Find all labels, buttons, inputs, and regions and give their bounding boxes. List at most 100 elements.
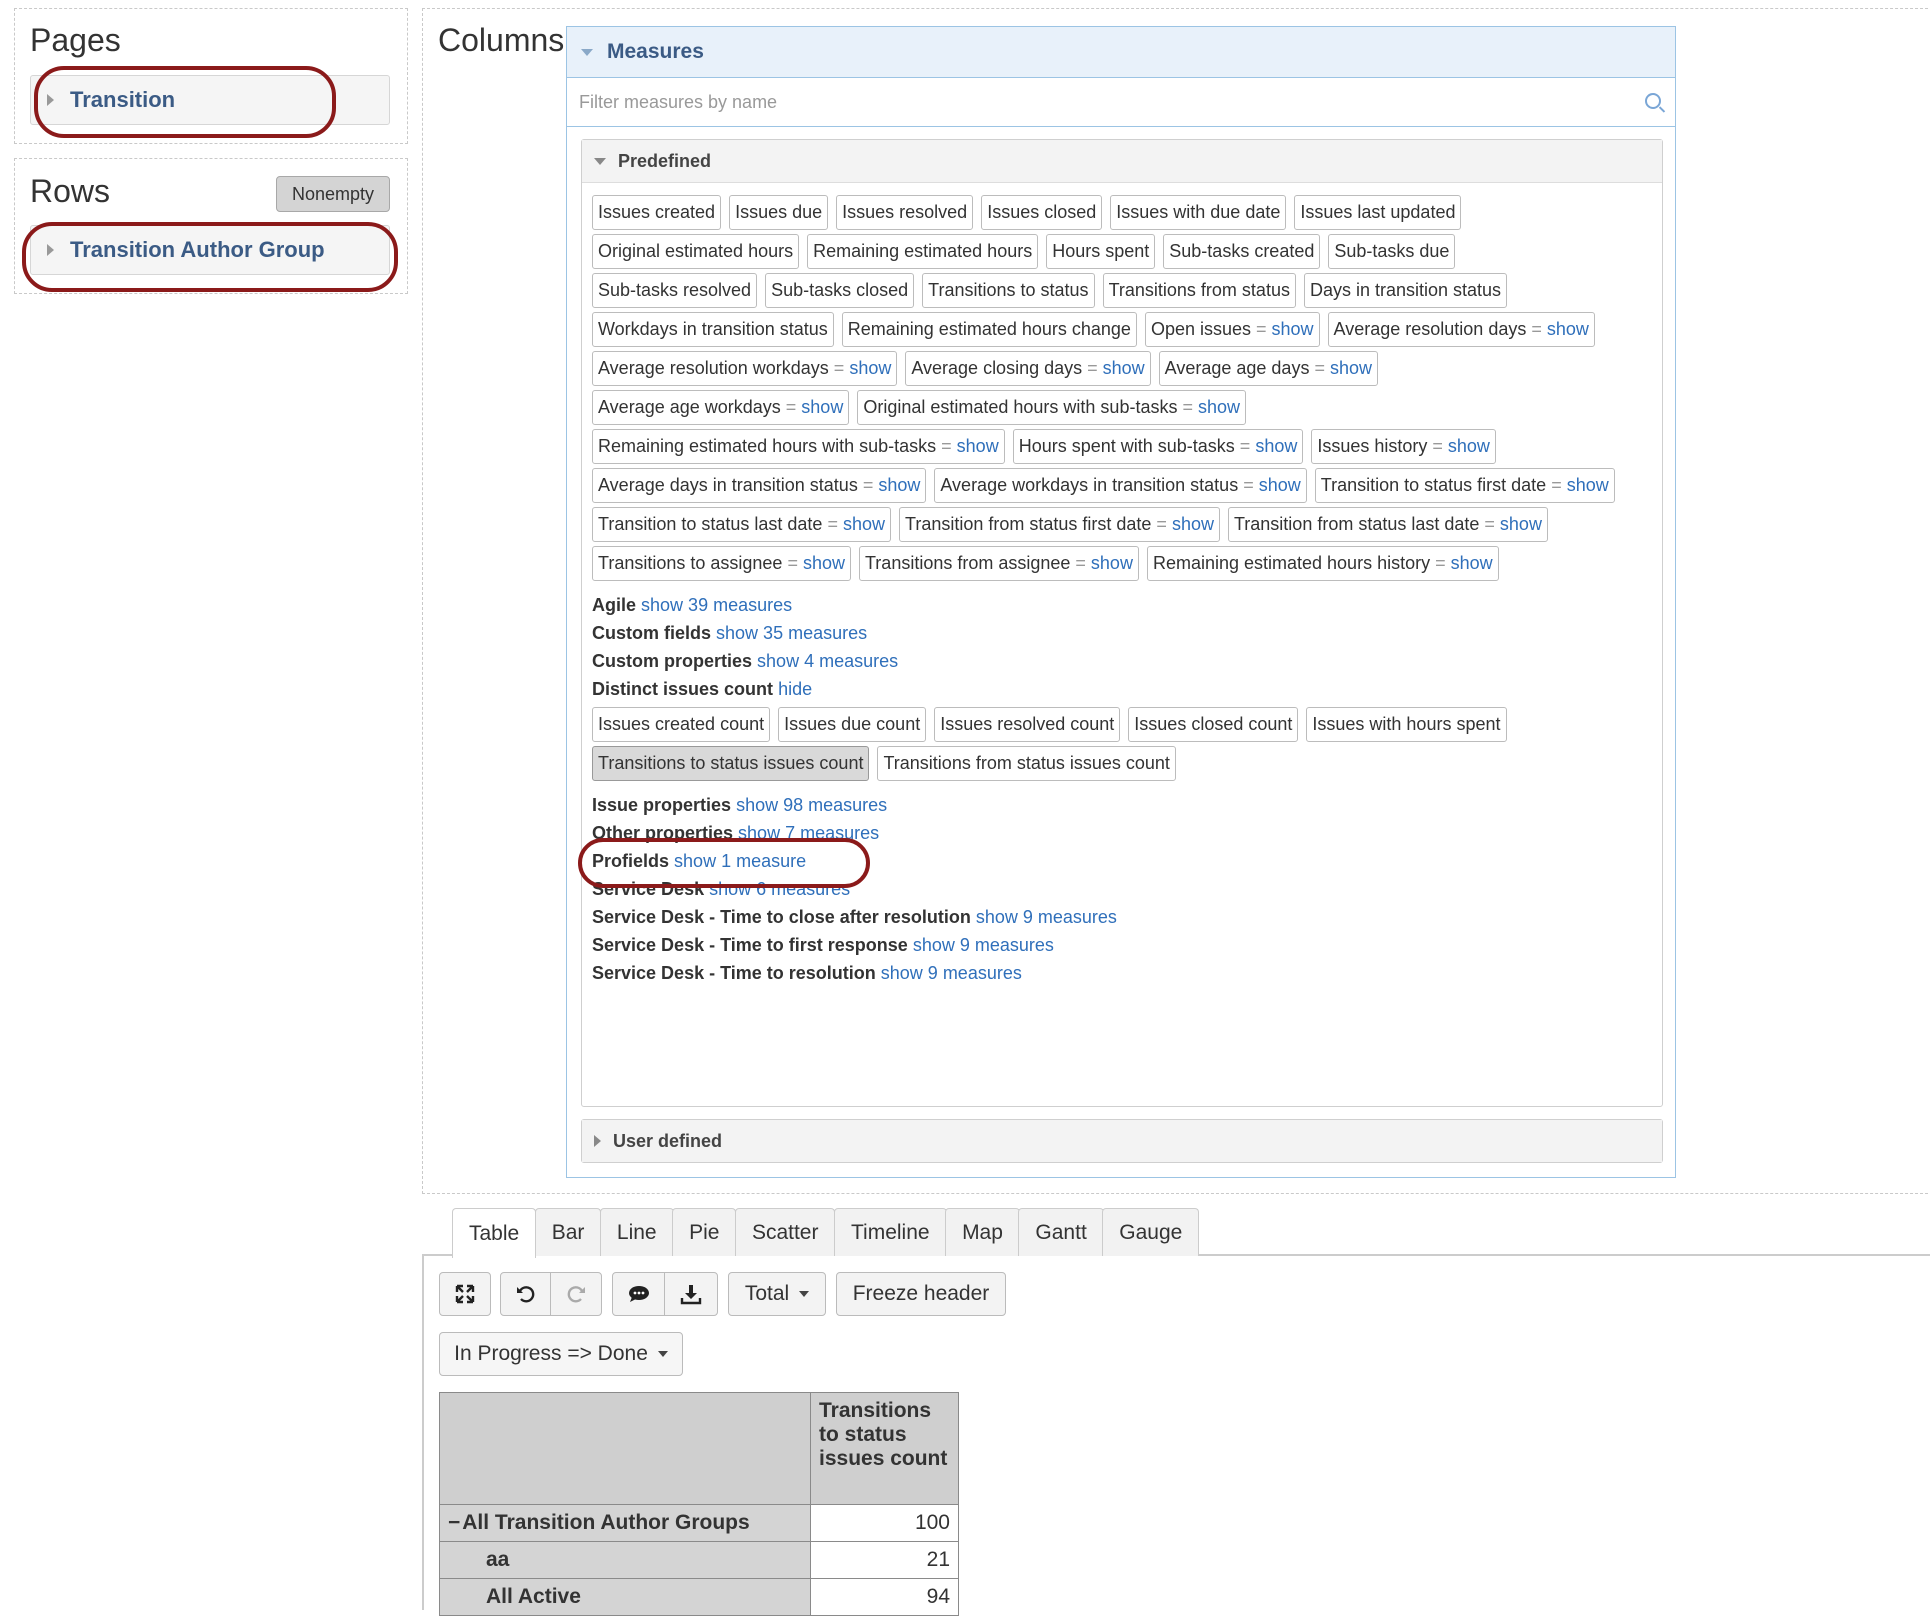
show-link[interactable]: show [843, 514, 885, 535]
show-link[interactable]: show [1547, 319, 1589, 340]
show-link[interactable]: show [1567, 475, 1609, 496]
measure-remaining-estimated-hours-with-sub-tasks[interactable]: Remaining estimated hours with sub-tasks… [592, 429, 1005, 464]
show-link[interactable]: show [1091, 553, 1133, 574]
measure-issues-closed-count[interactable]: Issues closed count [1128, 707, 1299, 742]
group-toggle-link[interactable]: show 39 measures [641, 595, 792, 615]
collapse-arrow-icon[interactable] [594, 157, 606, 165]
show-link[interactable]: show [1500, 514, 1542, 535]
measure-transitions-to-assignee[interactable]: Transitions to assignee = show [592, 546, 851, 581]
tab-table[interactable]: Table [452, 1208, 537, 1258]
measure-workdays-in-transition-status[interactable]: Workdays in transition status [592, 312, 834, 347]
show-link[interactable]: show [1255, 436, 1297, 457]
predefined-header[interactable]: Predefined [582, 140, 1662, 183]
measure-hours-spent[interactable]: Hours spent [1046, 234, 1156, 269]
measure-transitions-from-assignee[interactable]: Transitions from assignee = show [858, 546, 1139, 581]
measure-transition-from-status-last-date[interactable]: Transition from status last date = show [1227, 507, 1548, 542]
measure-issues-resolved-count[interactable]: Issues resolved count [934, 707, 1121, 742]
expand-arrow-icon[interactable] [594, 1135, 601, 1147]
measure-issues-due[interactable]: Issues due [729, 195, 829, 230]
measure-hours-spent-with-sub-tasks[interactable]: Hours spent with sub-tasks = show [1012, 429, 1304, 464]
show-link[interactable]: show [1198, 397, 1240, 418]
tab-pie[interactable]: Pie [672, 1208, 737, 1256]
total-dropdown[interactable]: Total [728, 1272, 826, 1316]
measure-sub-tasks-resolved[interactable]: Sub-tasks resolved [592, 273, 758, 308]
show-link[interactable]: show [801, 397, 843, 418]
tab-map[interactable]: Map [945, 1208, 1020, 1256]
measure-sub-tasks-closed[interactable]: Sub-tasks closed [765, 273, 915, 308]
measure-sub-tasks-created[interactable]: Sub-tasks created [1163, 234, 1321, 269]
measure-average-resolution-workdays[interactable]: Average resolution workdays = show [592, 351, 898, 386]
group-toggle-link[interactable]: show 9 measures [976, 907, 1117, 927]
measure-transitions-from-status-issues-count[interactable]: Transitions from status issues count [877, 746, 1176, 781]
tab-line[interactable]: Line [599, 1208, 674, 1256]
measure-issues-history[interactable]: Issues history = show [1311, 429, 1496, 464]
measure-issues-due-count[interactable]: Issues due count [778, 707, 927, 742]
group-toggle-link[interactable]: show 35 measures [716, 623, 867, 643]
measure-original-estimated-hours[interactable]: Original estimated hours [592, 234, 800, 269]
freeze-header-button[interactable]: Freeze header [836, 1272, 1006, 1316]
measure-issues-closed[interactable]: Issues closed [981, 195, 1103, 230]
tab-scatter[interactable]: Scatter [734, 1208, 836, 1256]
filter-measures-input[interactable]: Filter measures by name [567, 78, 1675, 127]
status-filter-dropdown[interactable]: In Progress => Done [439, 1332, 683, 1376]
group-toggle-link[interactable]: show 4 measures [757, 651, 898, 671]
column-header[interactable]: Transitions to status issues count [810, 1392, 959, 1505]
measure-transitions-from-status[interactable]: Transitions from status [1102, 273, 1296, 308]
measure-open-issues[interactable]: Open issues = show [1144, 312, 1320, 347]
row-header[interactable]: −All Transition Author Groups [439, 1504, 811, 1542]
measure-remaining-estimated-hours-change[interactable]: Remaining estimated hours change [841, 312, 1137, 347]
measure-transition-from-status-first-date[interactable]: Transition from status first date = show [899, 507, 1220, 542]
show-link[interactable]: show [849, 358, 891, 379]
measure-average-resolution-days[interactable]: Average resolution days = show [1327, 312, 1595, 347]
nonempty-button[interactable]: Nonempty [276, 176, 390, 212]
measure-transitions-to-status-issues-count[interactable]: Transitions to status issues count [592, 746, 870, 781]
measure-average-days-in-transition-status[interactable]: Average days in transition status = show [592, 468, 927, 503]
cell-value[interactable]: 100 [810, 1504, 959, 1542]
measure-sub-tasks-due[interactable]: Sub-tasks due [1328, 234, 1456, 269]
measures-header[interactable]: Measures [567, 27, 1675, 78]
cell-value[interactable]: 21 [810, 1541, 959, 1579]
tab-gauge[interactable]: Gauge [1102, 1208, 1200, 1256]
fullscreen-button[interactable] [439, 1272, 491, 1316]
measure-issues-with-due-date[interactable]: Issues with due date [1110, 195, 1287, 230]
measure-remaining-estimated-hours[interactable]: Remaining estimated hours [807, 234, 1039, 269]
group-toggle-link[interactable]: hide [778, 679, 812, 699]
measure-days-in-transition-status[interactable]: Days in transition status [1303, 273, 1508, 308]
measure-average-closing-days[interactable]: Average closing days = show [905, 351, 1151, 386]
row-header[interactable]: aa [439, 1541, 811, 1579]
show-link[interactable]: show [1451, 553, 1493, 574]
measure-issues-with-hours-spent[interactable]: Issues with hours spent [1306, 707, 1507, 742]
show-link[interactable]: show [1448, 436, 1490, 457]
show-link[interactable]: show [957, 436, 999, 457]
measure-remaining-estimated-hours-history[interactable]: Remaining estimated hours history = show [1146, 546, 1499, 581]
collapse-arrow-icon[interactable] [581, 48, 593, 56]
measure-issues-created[interactable]: Issues created [592, 195, 722, 230]
show-link[interactable]: show [1330, 358, 1372, 379]
measure-original-estimated-hours-with-sub-tasks[interactable]: Original estimated hours with sub-tasks =… [857, 390, 1247, 425]
measure-transition-to-status-first-date[interactable]: Transition to status first date = show [1314, 468, 1615, 503]
measure-average-workdays-in-transition-status[interactable]: Average workdays in transition status = sh… [934, 468, 1307, 503]
measure-average-age-days[interactable]: Average age days = show [1158, 351, 1378, 386]
measure-issues-resolved[interactable]: Issues resolved [836, 195, 974, 230]
collapse-minus-icon[interactable]: − [448, 1511, 460, 1534]
show-link[interactable]: show [1259, 475, 1301, 496]
measure-issues-last-updated[interactable]: Issues last updated [1294, 195, 1462, 230]
group-toggle-link[interactable]: show 9 measures [913, 935, 1054, 955]
tab-bar[interactable]: Bar [534, 1208, 602, 1256]
tab-timeline[interactable]: Timeline [833, 1208, 947, 1256]
show-link[interactable]: show [1172, 514, 1214, 535]
measure-average-age-workdays[interactable]: Average age workdays = show [592, 390, 850, 425]
show-link[interactable]: show [803, 553, 845, 574]
show-link[interactable]: show [878, 475, 920, 496]
show-link[interactable]: show [1103, 358, 1145, 379]
undo-button[interactable] [500, 1272, 552, 1316]
group-toggle-link[interactable]: show 9 measures [881, 963, 1022, 983]
redo-button[interactable] [550, 1272, 602, 1316]
measure-transition-to-status-last-date[interactable]: Transition to status last date = show [592, 507, 891, 542]
measure-issues-created-count[interactable]: Issues created count [592, 707, 771, 742]
show-link[interactable]: show [1272, 319, 1314, 340]
user-defined-panel[interactable]: User defined [581, 1119, 1663, 1163]
comments-button[interactable] [612, 1272, 666, 1316]
group-toggle-link[interactable]: show 98 measures [736, 795, 887, 815]
measure-transitions-to-status[interactable]: Transitions to status [922, 273, 1095, 308]
